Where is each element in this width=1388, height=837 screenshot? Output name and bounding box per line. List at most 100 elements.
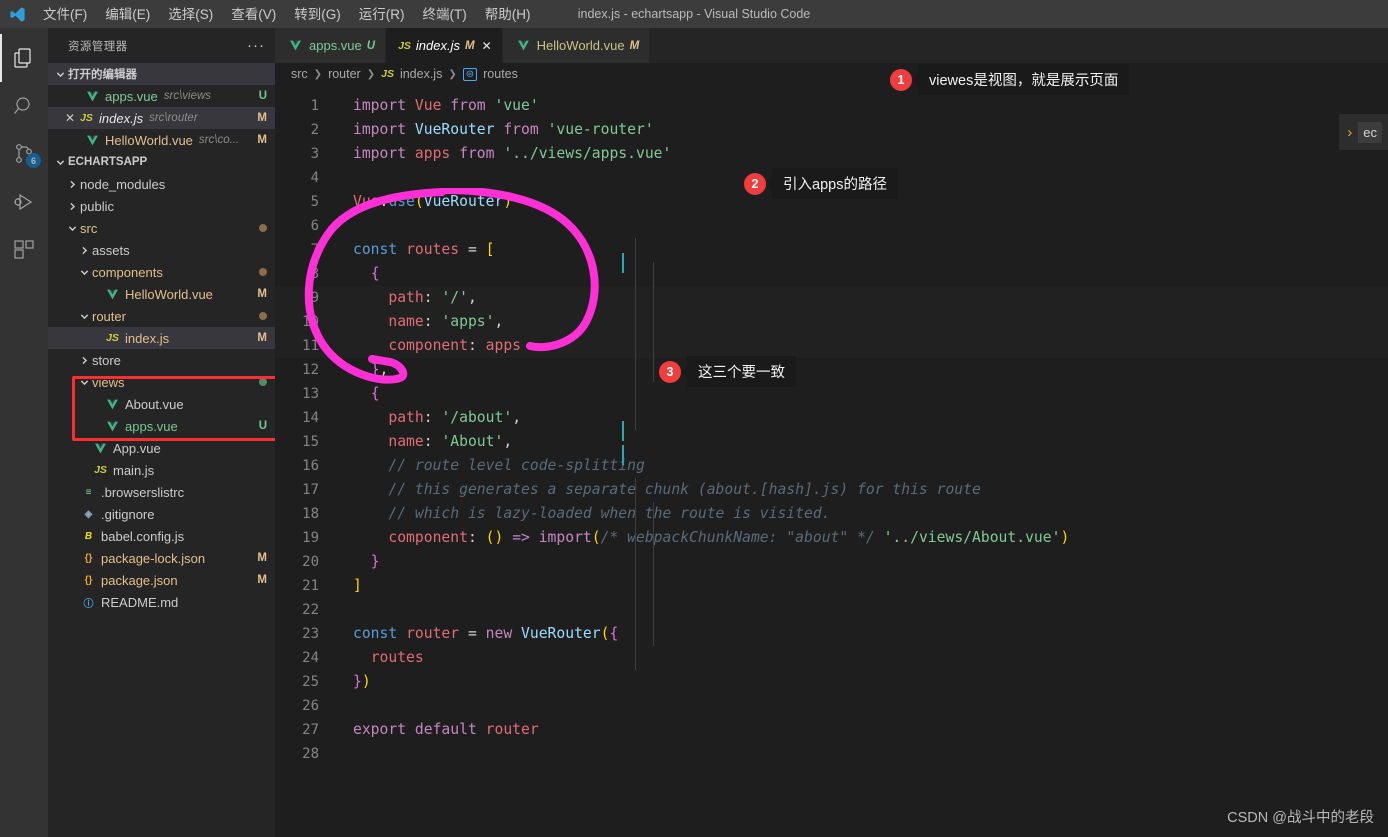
tree-item-label: HelloWorld.vue xyxy=(125,286,213,302)
code-line-21[interactable]: 21] xyxy=(275,574,1388,598)
tree-item-label: .browserslistrc xyxy=(101,484,185,500)
breadcrumb-item-routes[interactable]: routes xyxy=(483,67,518,81)
editor-right-peek-widget[interactable]: › ec xyxy=(1339,114,1388,150)
tree-item-public[interactable]: public xyxy=(48,195,275,217)
tree-item-store[interactable]: store xyxy=(48,349,275,371)
menu-edit[interactable]: 编辑(E) xyxy=(96,2,159,27)
tree-item-main-js[interactable]: JS main.js xyxy=(48,459,275,481)
line-number: 28 xyxy=(302,746,319,762)
menu-file[interactable]: 文件(F) xyxy=(34,2,96,27)
open-editor-item-helloworld-vue[interactable]: HelloWorld.vue src\co... M xyxy=(48,129,275,151)
tree-item-assets[interactable]: assets xyxy=(48,239,275,261)
tab-apps-vue[interactable]: apps.vue U xyxy=(275,28,387,63)
code-line-15[interactable]: 15 name: 'About', xyxy=(275,430,1388,454)
explorer-more-actions-icon[interactable]: ··· xyxy=(247,38,265,53)
breadcrumb-item-router[interactable]: router xyxy=(328,67,361,81)
tab-index-js[interactable]: JS index.js M ✕ xyxy=(386,28,503,63)
tree-item-components[interactable]: components xyxy=(48,261,275,283)
menu-help[interactable]: 帮助(H) xyxy=(476,2,540,27)
tree-item-label: App.vue xyxy=(113,440,161,456)
tree-item-package-lock-json[interactable]: {} package-lock.json M xyxy=(48,547,275,569)
tree-item-about-vue[interactable]: About.vue xyxy=(48,393,275,415)
code-line-28[interactable]: 28 xyxy=(275,742,1388,766)
code-line-19[interactable]: 19 component: () => import(/* webpackChu… xyxy=(275,526,1388,550)
code-line-13[interactable]: 13 { xyxy=(275,382,1388,406)
chevron-right-icon[interactable]: › xyxy=(1347,124,1352,141)
breadcrumb[interactable]: src ❯ router ❯ JS index.js ❯ ⊜ routes xyxy=(275,63,1388,85)
tree-item-readme-md[interactable]: ⓘ README.md xyxy=(48,591,275,613)
code-line-11[interactable]: 11 component: apps xyxy=(275,334,1388,358)
code-line-22[interactable]: 22 xyxy=(275,598,1388,622)
tree-item-gitignore[interactable]: ◈ .gitignore xyxy=(48,503,275,525)
tree-item-helloworld-vue[interactable]: HelloWorld.vue M xyxy=(48,283,275,305)
code-line-10[interactable]: 10 name: 'apps', xyxy=(275,310,1388,334)
open-editor-item-apps-vue[interactable]: apps.vue src\views U xyxy=(48,85,275,107)
code-line-25[interactable]: 25}) xyxy=(275,670,1388,694)
tree-item-browserslistrc[interactable]: ≡ .browserslistrc xyxy=(48,481,275,503)
menu-terminal[interactable]: 终端(T) xyxy=(414,2,476,27)
open-editor-status: M xyxy=(257,134,267,146)
activity-run-debug-icon[interactable] xyxy=(0,178,48,226)
tree-item-apps-vue[interactable]: apps.vue U xyxy=(48,415,275,437)
project-section-header[interactable]: ECHARTSAPP xyxy=(48,151,275,173)
activity-extensions-icon[interactable] xyxy=(0,226,48,274)
tree-item-router[interactable]: router xyxy=(48,305,275,327)
code-line-14[interactable]: 14 path: '/about', xyxy=(275,406,1388,430)
tree-item-index-js[interactable]: JS index.js M xyxy=(48,327,275,349)
open-editor-item-index-js[interactable]: ✕ JS index.js src\router M xyxy=(48,107,275,129)
code-line-23[interactable]: 23 const router = new VueRouter({ xyxy=(275,622,1388,646)
tree-item-package-json[interactable]: {} package.json M xyxy=(48,569,275,591)
code-line-17[interactable]: 17 // this generates a separate chunk (a… xyxy=(275,478,1388,502)
code-line-3[interactable]: 3 import apps from '../views/apps.vue' xyxy=(275,142,1388,166)
line-number: 26 xyxy=(302,698,319,714)
tree-item-label: node_modules xyxy=(80,176,166,192)
code-line-18[interactable]: 18 // which is lazy-loaded when the rout… xyxy=(275,502,1388,526)
line-number: 9 xyxy=(310,290,319,306)
code-line-16[interactable]: 16 // route level code-splitting xyxy=(275,454,1388,478)
line-number: 15 xyxy=(302,434,319,450)
tab-helloworld-vue[interactable]: HelloWorld.vue M xyxy=(502,28,651,63)
menu-go[interactable]: 转到(G) xyxy=(285,2,350,27)
tree-item-status: M xyxy=(257,552,267,564)
code-line-8[interactable]: 8 { xyxy=(275,262,1388,286)
tree-item-status: M xyxy=(257,332,267,344)
tree-item-label: package-lock.json xyxy=(101,550,206,566)
code-line-20[interactable]: 20 } xyxy=(275,550,1388,574)
code-line-9[interactable]: 9 path: '/', xyxy=(275,286,1388,310)
tree-item-views[interactable]: views xyxy=(48,371,275,393)
code-line-12[interactable]: 12 }, xyxy=(275,358,1388,382)
tab-close-icon[interactable]: ✕ xyxy=(482,39,492,53)
tree-item-node-modules[interactable]: node_modules xyxy=(48,173,275,195)
tree-item-change-dot xyxy=(259,378,267,386)
line-number: 3 xyxy=(310,146,319,162)
code-line-1[interactable]: 1 import Vue from 'vue' xyxy=(275,94,1388,118)
breadcrumb-item-src[interactable]: src xyxy=(291,67,308,81)
code-line-6[interactable]: 6 xyxy=(275,214,1388,238)
code-line-7[interactable]: 7 const routes = [ xyxy=(275,238,1388,262)
menu-selection[interactable]: 选择(S) xyxy=(159,2,222,27)
open-editors-label: 打开的编辑器 xyxy=(68,69,137,81)
activity-explorer-icon[interactable] xyxy=(0,34,48,82)
tree-item-src[interactable]: src xyxy=(48,217,275,239)
text-cursor xyxy=(622,421,624,441)
activity-search-icon[interactable] xyxy=(0,82,48,130)
menu-bar[interactable]: 文件(F) 编辑(E) 选择(S) 查看(V) 转到(G) 运行(R) 终端(T… xyxy=(34,0,540,28)
tree-item-babel-config-js[interactable]: Bbabel.config.js xyxy=(48,525,275,547)
menu-run[interactable]: 运行(R) xyxy=(350,2,414,27)
code-text: path: '/about', xyxy=(388,409,522,426)
code-line-24[interactable]: 24 routes xyxy=(275,646,1388,670)
code-text: name: 'About', xyxy=(388,433,513,450)
activity-source-control-icon[interactable]: 6 xyxy=(0,130,48,178)
close-icon[interactable]: ✕ xyxy=(62,110,78,126)
code-line-2[interactable]: 2 import VueRouter from 'vue-router' xyxy=(275,118,1388,142)
line-number: 23 xyxy=(302,626,319,642)
menu-view[interactable]: 查看(V) xyxy=(222,2,285,27)
title-bar: 文件(F) 编辑(E) 选择(S) 查看(V) 转到(G) 运行(R) 终端(T… xyxy=(0,0,1388,28)
code-line-26[interactable]: 26 xyxy=(275,694,1388,718)
open-editors-section-header[interactable]: 打开的编辑器 xyxy=(48,63,275,85)
tree-item-app-vue[interactable]: App.vue xyxy=(48,437,275,459)
code-line-27[interactable]: 27 export default router xyxy=(275,718,1388,742)
code-text: import VueRouter from 'vue-router' xyxy=(353,121,654,138)
breadcrumb-item-index-js[interactable]: index.js xyxy=(400,67,442,81)
